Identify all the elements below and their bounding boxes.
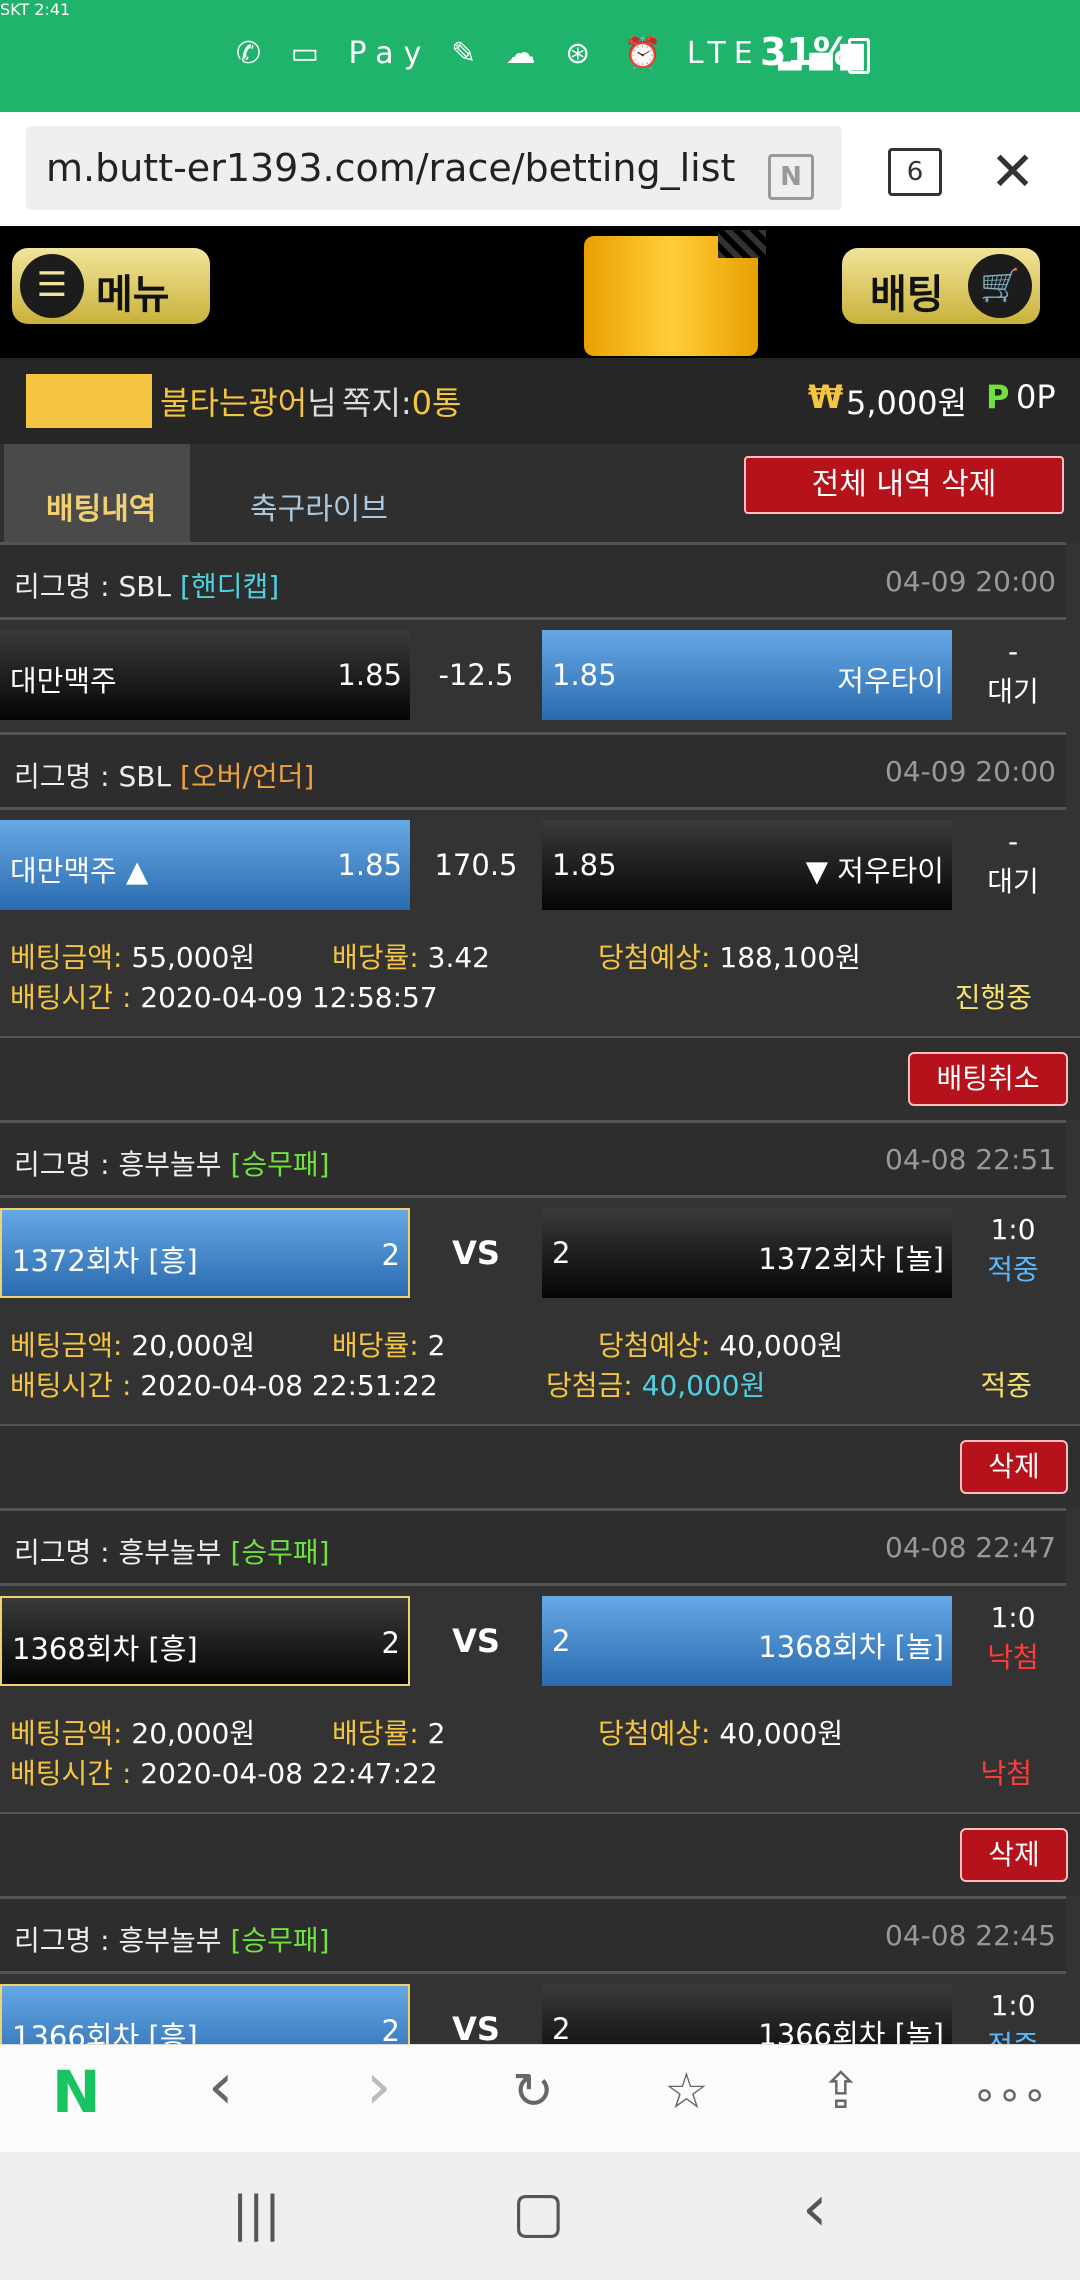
action-row xyxy=(0,1814,1080,1896)
home-pick[interactable]: 1368회차 [흥] 2 xyxy=(0,1596,410,1686)
action-row xyxy=(0,1426,1080,1508)
naver-icon[interactable]: N xyxy=(52,2058,101,2126)
back-icon[interactable]: ‹ xyxy=(208,2050,234,2124)
naver-home-icon[interactable]: N xyxy=(768,154,814,200)
league-row: 리그명 : SBL [핸디캡] 04-09 20:00 xyxy=(0,542,1066,620)
game-status: 1:0적중 xyxy=(987,1213,1039,1286)
vs-label: VS xyxy=(412,1208,540,1298)
username: 불타는광어님 xyxy=(160,384,337,422)
tab-soccer-live[interactable]: 축구라이브 xyxy=(250,484,388,528)
delete-all-button[interactable]: 전체 내역 삭제 xyxy=(744,456,1064,514)
user-level-badge xyxy=(26,374,152,428)
points-icon: P xyxy=(986,378,1010,416)
betting-label: 배팅 xyxy=(870,272,944,318)
bet-amount: 베팅금액: 20,000원 xyxy=(10,1329,256,1362)
bet-result: 적중 xyxy=(980,1369,1032,1402)
tab-count-button[interactable]: 6 xyxy=(888,148,942,196)
forward-icon[interactable]: › xyxy=(366,2050,392,2124)
bet-expected: 당첨예상: 40,000원 xyxy=(598,1329,844,1362)
home-pick[interactable]: 대만맥주 1.85 xyxy=(0,630,410,720)
bet-amount: 베팅금액: 20,000원 xyxy=(10,1717,256,1750)
away-pick-selected[interactable]: 2 1368회차 [놀] xyxy=(542,1596,952,1686)
home-pick-selected[interactable]: 대만맥주 ▲ 1.85 xyxy=(0,820,410,910)
cancel-bet-button[interactable]: 배팅취소 xyxy=(908,1052,1068,1106)
away-pick[interactable]: 1.85 ▼ 저우타이 xyxy=(542,820,952,910)
betting-button[interactable]: 배팅 🛒 xyxy=(842,248,1040,324)
league-row: 리그명 : SBL [오버/언더] 04-09 20:00 xyxy=(0,732,1066,810)
more-icon[interactable]: ∘∘∘ xyxy=(972,2072,1047,2118)
handicap-value: -12.5 xyxy=(412,630,540,720)
home-icon[interactable]: ▢ xyxy=(512,2180,565,2245)
messages-link[interactable]: 쪽지:0통 xyxy=(342,378,461,424)
delete-button[interactable]: 삭제 xyxy=(960,1828,1068,1882)
recent-apps-icon[interactable]: ||| xyxy=(232,2186,281,2242)
battery-icon xyxy=(848,38,870,74)
bet-rate: 배당률: 2 xyxy=(332,1329,446,1362)
bet-time: 배팅시간 : 2020-04-08 22:47:22 xyxy=(10,1757,438,1790)
url-field[interactable]: m.butt-er1393.com/race/betting_list xyxy=(26,126,842,210)
carrier-time: SKT 2:41 xyxy=(0,0,71,19)
bet-time: 배팅시간 : 2020-04-08 22:51:22 xyxy=(10,1369,438,1402)
points-balance: 0P xyxy=(1016,378,1056,416)
notification-icons: ✆ ▭ Pay ✎ ☁ ⊛ xyxy=(236,36,601,71)
bet-rate: 배당률: 2 xyxy=(332,1717,446,1750)
bet-expected: 당첨예상: 188,100원 xyxy=(598,941,861,974)
game-status: - 대기 xyxy=(987,825,1039,898)
win-amount: 당첨금: 40,000원 xyxy=(546,1369,766,1402)
league-row: 리그명 : 흥부놀부 [승무패] 04-08 22:47 xyxy=(0,1508,1066,1586)
share-icon[interactable]: ⇪ xyxy=(820,2062,862,2120)
league-row: 리그명 : 흥부놀부 [승무패] 04-08 22:45 xyxy=(0,1896,1066,1974)
menu-button[interactable]: ☰ 메뉴 xyxy=(12,248,210,324)
vs-label: VS xyxy=(412,1596,540,1686)
bookmark-star-icon[interactable]: ☆ xyxy=(664,2062,709,2120)
bet-time: 배팅시간 : 2020-04-09 12:58:57 xyxy=(10,981,438,1014)
won-icon: ₩ xyxy=(808,378,844,416)
battery-percent: 31% xyxy=(760,30,851,74)
away-pick[interactable]: 2 1372회차 [놀] xyxy=(542,1208,952,1298)
game-status: 1:0 낙첨 xyxy=(987,1601,1039,1674)
logo-checker-decoration xyxy=(718,230,766,258)
bet-rate: 배당률: 3.42 xyxy=(332,941,490,974)
cart-icon: 🛒 xyxy=(968,254,1032,318)
delete-button[interactable]: 삭제 xyxy=(960,1440,1068,1494)
close-icon[interactable]: ✕ xyxy=(990,140,1035,203)
list-icon: ☰ xyxy=(20,254,84,318)
tab-betting-history[interactable]: 배팅내역 xyxy=(4,444,190,542)
system-back-icon[interactable]: ‹ xyxy=(802,2172,828,2246)
game-status: - 대기 xyxy=(987,635,1039,708)
away-pick-selected[interactable]: 1.85 저우타이 xyxy=(542,630,952,720)
menu-label: 메뉴 xyxy=(96,272,170,318)
bet-amount: 베팅금액: 55,000원 xyxy=(10,941,256,974)
bet-expected: 당첨예상: 40,000원 xyxy=(598,1717,844,1750)
home-pick-selected[interactable]: 1372회차 [흥] 2 xyxy=(0,1208,410,1298)
bet-result: 낙첨 xyxy=(980,1757,1032,1790)
bet-result: 진행중 xyxy=(954,981,1032,1014)
money-balance: 5,000원 xyxy=(846,384,968,422)
url-text: m.butt-er1393.com/race/betting_list xyxy=(46,146,736,190)
league-row: 리그명 : 흥부놀부 [승무패] 04-08 22:51 xyxy=(0,1120,1066,1198)
reload-icon[interactable]: ↻ xyxy=(512,2062,554,2120)
over-under-value: 170.5 xyxy=(412,820,540,910)
